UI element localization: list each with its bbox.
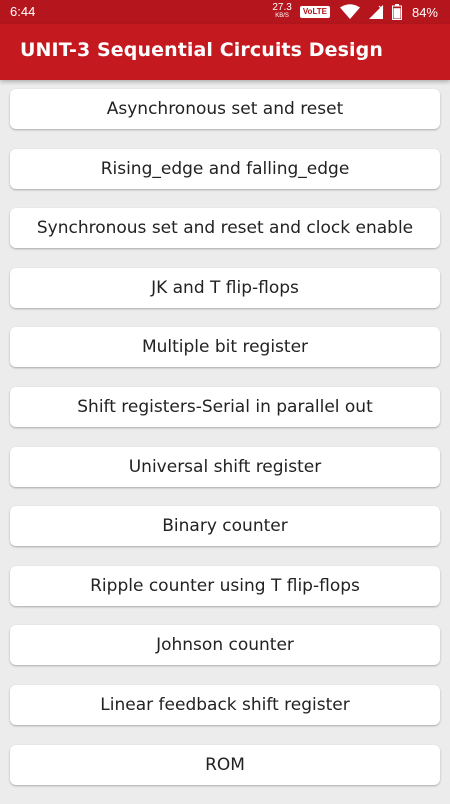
status-time: 6:44 xyxy=(10,4,36,19)
topic-button-sync-set-reset-clock-enable[interactable]: Synchronous set and reset and clock enab… xyxy=(10,208,440,249)
topic-button-multiple-bit-register[interactable]: Multiple bit register xyxy=(10,327,440,368)
topic-button-async-set-reset[interactable]: Asynchronous set and reset xyxy=(10,89,440,129)
topic-button-universal-shift-register[interactable]: Universal shift register xyxy=(10,446,440,487)
topic-button-lfsr[interactable]: Linear feedback shift register xyxy=(10,684,440,725)
status-icons: 27.3 KB/S VoLTE 84% xyxy=(272,2,438,22)
topic-button-binary-counter[interactable]: Binary counter xyxy=(10,506,440,547)
topic-button-jk-t-flip-flops[interactable]: JK and T flip-flops xyxy=(10,267,440,308)
signal-icon xyxy=(368,4,384,20)
topic-button-rising-falling-edge[interactable]: Rising_edge and falling_edge xyxy=(10,148,440,189)
page-title: UNIT-3 Sequential Circuits Design xyxy=(20,39,383,61)
status-bar: 6:44 27.3 KB/S VoLTE 84% xyxy=(0,0,450,24)
battery-percentage: 84% xyxy=(411,4,438,20)
app-bar: UNIT-3 Sequential Circuits Design xyxy=(0,24,450,80)
network-speed-value: 27.3 xyxy=(272,2,292,13)
wifi-icon xyxy=(339,4,360,20)
topic-button-ripple-counter[interactable]: Ripple counter using T flip-flops xyxy=(10,565,440,606)
network-speed-unit: KB/S xyxy=(275,13,289,19)
topic-button-shift-register-sipo[interactable]: Shift registers-Serial in parallel out xyxy=(10,386,440,427)
topic-button-johnson-counter[interactable]: Johnson counter xyxy=(10,625,440,666)
volte-badge: VoLTE xyxy=(299,6,330,18)
topic-list: Asynchronous set and reset Rising_edge a… xyxy=(10,89,440,804)
topic-button-rom[interactable]: ROM xyxy=(10,744,440,785)
battery-icon xyxy=(391,4,402,20)
network-speed: 27.3 KB/S xyxy=(272,3,291,21)
